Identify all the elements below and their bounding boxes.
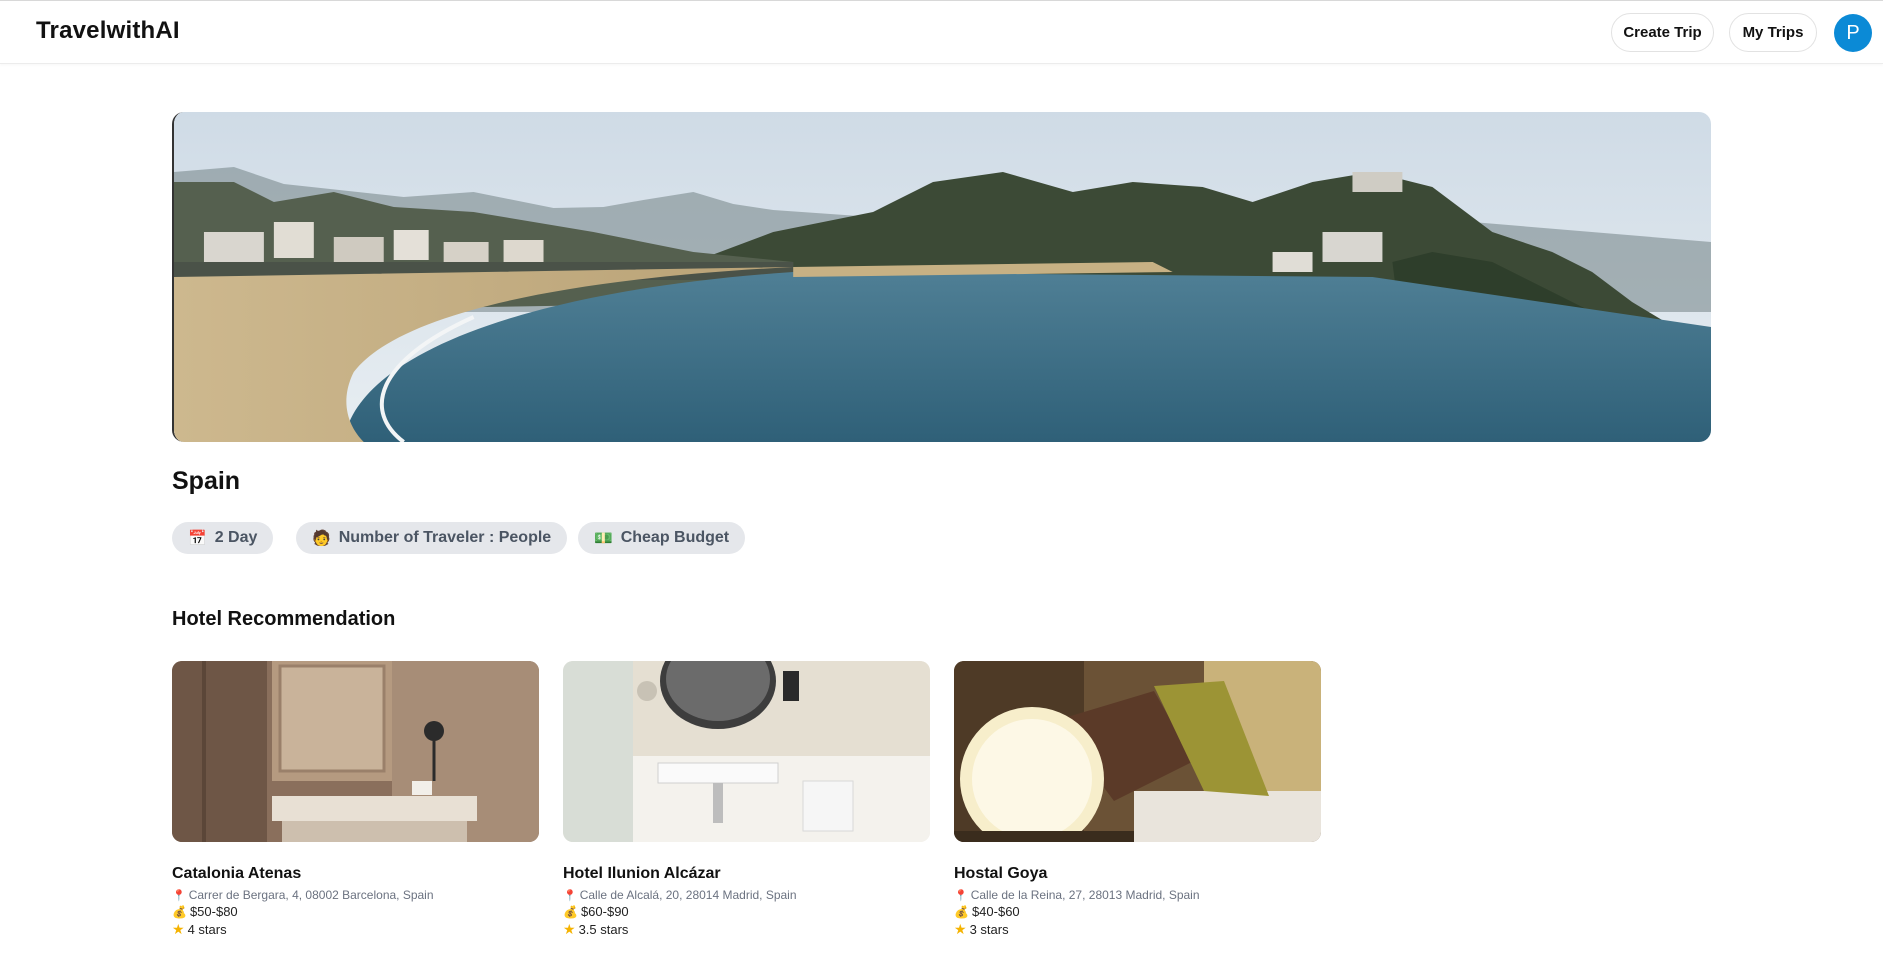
person-icon: 🧑 (312, 529, 331, 547)
hotel-name[interactable]: Hostal Goya (954, 865, 1321, 883)
hotel-card[interactable]: Hotel Ilunion Alcázar 📍 Calle de Alcalá,… (563, 661, 930, 938)
money-bag-icon: 💰 (954, 904, 969, 919)
hotel-image[interactable] (563, 661, 930, 842)
hotel-image[interactable] (954, 661, 1321, 842)
hotel-image[interactable] (172, 661, 539, 842)
location-pin-icon: 📍 (172, 889, 186, 902)
hotel-address-row: 📍 Calle de Alcalá, 20, 28014 Madrid, Spa… (563, 888, 930, 902)
travelers-label: Number of Traveler : People (338, 529, 552, 546)
hotel-address-row: 📍 Carrer de Bergara, 4, 08002 Barcelona,… (172, 888, 539, 902)
hotel-address: Carrer de Bergara, 4, 08002 Barcelona, S… (188, 888, 434, 902)
top-navbar: TravelwithAI Create Trip My Trips P (0, 0, 1883, 64)
location-pin-icon: 📍 (563, 889, 577, 902)
money-bag-icon: 💰 (172, 904, 187, 919)
budget-label: Cheap Budget (620, 529, 730, 546)
user-avatar[interactable]: P (1834, 14, 1872, 52)
hotel-address: Calle de Alcalá, 20, 28014 Madrid, Spain (579, 888, 797, 902)
hotel-rating-row: ★ 3.5 stars (563, 921, 930, 938)
hotel-card[interactable]: Hostal Goya 📍 Calle de la Reina, 27, 280… (954, 661, 1321, 938)
create-trip-button[interactable]: Create Trip (1611, 13, 1714, 52)
hotel-address: Calle de la Reina, 27, 28013 Madrid, Spa… (970, 888, 1200, 902)
days-chip: 📅 2 Day (172, 522, 274, 554)
hotel-price: $60-$90 (580, 904, 629, 919)
hotel-price-row: 💰 $60-$90 (563, 904, 930, 919)
hotel-price-row: 💰 $50-$80 (172, 904, 539, 919)
destination-hero-image (172, 112, 1711, 442)
bay-landscape-image (174, 112, 1711, 442)
hotel-rating-row: ★ 4 stars (172, 921, 539, 938)
hotel-rating: 3 stars (969, 922, 1009, 937)
hotel-rating-row: ★ 3 stars (954, 921, 1321, 938)
hotel-price: $40-$60 (971, 904, 1020, 919)
hotel-name[interactable]: Hotel Ilunion Alcázar (563, 865, 930, 883)
hotel-rating: 3.5 stars (578, 922, 629, 937)
travelers-chip: 🧑 Number of Traveler : People (296, 522, 568, 554)
destination-title: Spain (172, 467, 241, 495)
hotel-rating: 4 stars (187, 922, 227, 937)
hotel-address-row: 📍 Calle de la Reina, 27, 28013 Madrid, S… (954, 888, 1321, 902)
hotel-price-row: 💰 $40-$60 (954, 904, 1321, 919)
star-icon: ★ (563, 921, 576, 937)
hotel-section-title: Hotel Recommendation (172, 608, 396, 630)
hotel-price: $50-$80 (189, 904, 238, 919)
app-logo[interactable]: TravelwithAI (36, 17, 180, 45)
calendar-icon: 📅 (188, 529, 207, 547)
my-trips-button[interactable]: My Trips (1729, 13, 1817, 52)
budget-chip: 💵 Cheap Budget (578, 522, 746, 554)
money-bag-icon: 💰 (563, 904, 578, 919)
location-pin-icon: 📍 (954, 889, 968, 902)
star-icon: ★ (172, 921, 185, 937)
hotel-name[interactable]: Catalonia Atenas (172, 865, 539, 883)
star-icon: ★ (954, 921, 967, 937)
money-icon: 💵 (594, 529, 613, 547)
days-label: 2 Day (214, 529, 258, 546)
hotel-card[interactable]: Catalonia Atenas 📍 Carrer de Bergara, 4,… (172, 661, 539, 938)
